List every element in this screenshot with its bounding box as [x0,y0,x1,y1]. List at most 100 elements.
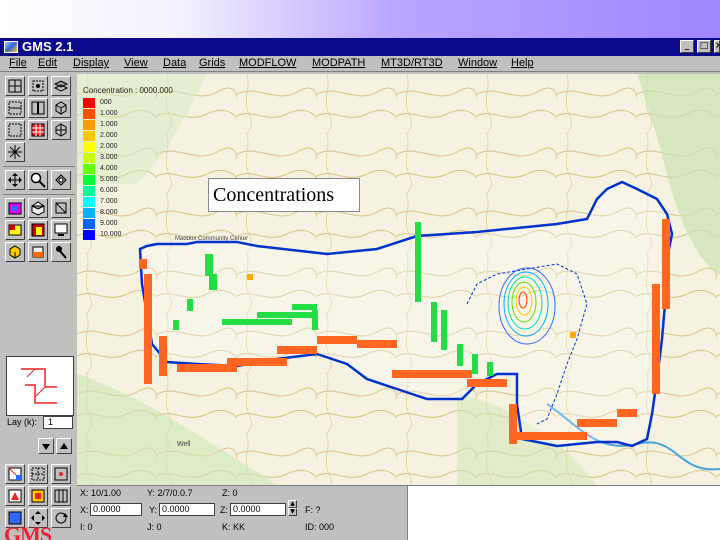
tool-frame[interactable] [51,170,71,190]
legend-swatch [83,219,95,229]
grid-axis-preview [6,356,74,416]
minimize-button[interactable]: _ [680,40,694,53]
concentration-legend: Concentration : 0000.000 000 1.000 1.000 2.… [80,86,190,286]
gms-logo: GMS [4,522,52,540]
layer-down-button[interactable] [38,438,54,454]
menu-modpath[interactable]: MODPATH [312,57,365,69]
z-label: Z: [220,505,228,515]
menu-grids[interactable]: Grids [199,57,225,69]
status-bar: X: 10/1.00 Y: 2/7/0.0.7 Z: 0 X: 0.0000 Y… [77,485,720,540]
spin-down-button[interactable]: ▼ [288,508,297,516]
legend-value: 2.000 [100,143,118,150]
tool-grid-select[interactable] [28,464,48,484]
tool-node-grid[interactable] [51,464,71,484]
tool-select-layer[interactable] [51,76,71,96]
graphics-window[interactable]: Maddox Community Center Well Concentrati… [77,74,720,485]
spin-up-button[interactable]: ▲ [288,500,297,508]
map-label-well: Well [177,441,191,448]
tool-pan[interactable] [5,170,25,190]
arrow-down-icon [42,444,50,450]
well-marker [247,274,253,280]
legend-value: 1.000 [100,110,118,117]
tool-drag-cells[interactable] [5,464,25,484]
tool-grid-frame[interactable] [51,198,71,218]
cube-icon [55,101,67,115]
tool-select-all[interactable] [5,120,25,140]
menu-view[interactable]: View [124,57,148,69]
block-icon [9,245,21,259]
readout-z: Z: 0 [222,488,238,498]
contours-icon [8,489,22,503]
legend-swatch [83,208,95,218]
tool-probe[interactable] [51,242,71,262]
menu-help[interactable]: Help [511,57,534,69]
legend-swatch [83,197,95,207]
tool-section[interactable] [28,242,48,262]
menu-mt3d[interactable]: MT3D/RT3D [381,57,443,69]
tool-select-node[interactable] [28,76,48,96]
tool-create-layer[interactable] [28,198,48,218]
x-coordinate-field[interactable]: 0.0000 [90,503,142,516]
app-icon [4,41,18,53]
legend-value: 2.000 [100,132,118,139]
y-coordinate-field[interactable]: 0.0000 [159,503,215,516]
tool-contours[interactable] [5,486,25,506]
legend-swatch [83,153,95,163]
row-select-icon [8,101,22,115]
node-grid-icon [54,467,68,481]
legend-value: 7.000 [100,198,118,205]
gms-window: GMS 2.1 _ □ × File Edit Display View Dat… [0,38,720,540]
rotate-view-icon [55,512,68,524]
grid-lines-icon [54,489,68,503]
legend-swatch [83,164,95,174]
legend-value: 5.000 [100,176,118,183]
tool-color-fill[interactable] [28,486,48,506]
column-select-icon [31,101,45,115]
z-coordinate-field[interactable]: 0.0000 [230,503,286,516]
tool-3d-block[interactable] [5,242,25,262]
menu-data[interactable]: Data [163,57,186,69]
tool-select-cell[interactable] [5,76,25,96]
row-i-readout: I: 0 [80,522,93,532]
tool-layer-cut[interactable] [28,220,48,240]
readout-x: X: 10/1.00 [80,488,122,498]
legend-swatch [83,98,95,108]
legend-value: 1.000 [100,121,118,128]
legend-value: 10.000 [100,231,122,238]
tool-select-row[interactable] [5,98,25,118]
tool-3d-view[interactable] [51,98,71,118]
legend-value: 000 [100,99,112,106]
tool-grid-color[interactable] [28,120,48,140]
legend-title: Concentration : 0000.000 [83,86,173,95]
tool-ibound[interactable] [5,220,25,240]
maximize-button[interactable]: □ [697,40,711,53]
menu-file[interactable]: File [9,57,27,69]
cells-color-icon [8,202,22,215]
legend-swatch [83,131,95,141]
frame-rotate-icon [55,174,67,186]
tool-3d-grid[interactable] [51,120,71,140]
tool-grid-lines[interactable] [51,486,71,506]
select-box-icon [8,123,22,137]
layer-up-button[interactable] [56,438,72,454]
legend-swatch [83,230,95,240]
close-button[interactable]: × [714,40,720,53]
layer-cut-icon [31,223,45,237]
tool-rotate-view[interactable] [51,508,71,528]
node-select-icon [32,80,44,92]
menu-window[interactable]: Window [458,57,497,69]
layer-label: Lay (k): [7,417,38,427]
toolbox-separator [3,194,75,195]
tool-rotate[interactable] [5,142,25,162]
tool-zoom[interactable] [28,170,48,190]
axis-frame-icon [21,368,57,404]
menu-modflow[interactable]: MODFLOW [239,57,296,69]
row-k-readout: K: KK [222,522,246,532]
tool-monitor[interactable] [51,220,71,240]
menu-edit[interactable]: Edit [38,57,57,69]
layer-input[interactable]: 1 [43,416,73,429]
tool-create-cells[interactable] [5,198,25,218]
menu-display[interactable]: Display [73,57,109,69]
pan-arrows-icon [8,173,22,187]
tool-select-column[interactable] [28,98,48,118]
